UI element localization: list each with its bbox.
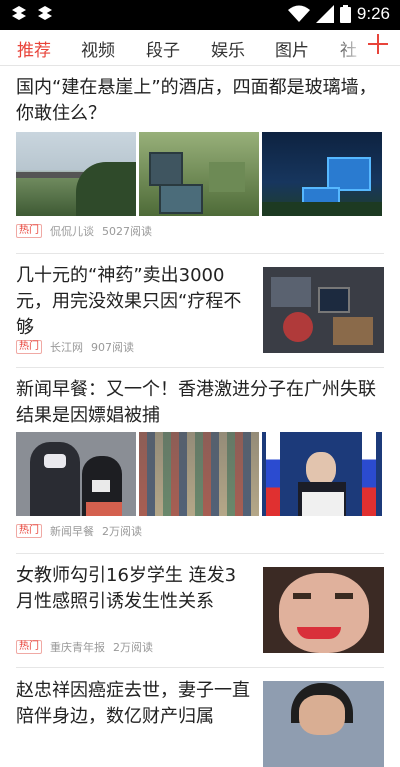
- news-item[interactable]: 国内“建在悬崖上”的酒店，四面都是玻璃墙，你敢住么？ 热门 侃侃儿谈 5027阅…: [16, 75, 384, 254]
- status-time: 9:26: [356, 4, 390, 23]
- read-count: 2万阅读: [113, 641, 153, 654]
- tab-pictures[interactable]: 图片: [275, 36, 309, 61]
- hot-badge: 热门: [16, 524, 42, 538]
- add-channel-icon[interactable]: [366, 32, 390, 56]
- read-count: 5027阅读: [102, 225, 152, 238]
- news-image: [262, 132, 382, 216]
- news-image: [139, 432, 259, 516]
- news-image: [263, 681, 384, 767]
- tab-fade: [334, 30, 364, 65]
- news-image: [139, 132, 259, 216]
- news-image: [16, 132, 136, 216]
- tab-entertainment[interactable]: 娱乐: [211, 36, 245, 61]
- news-title: 新闻早餐：又一个！香港激进分子在广州失联 结果是因嫖娼被捕: [16, 379, 376, 426]
- tab-recommend[interactable]: 推荐: [17, 36, 51, 61]
- news-source: 重庆青年报: [50, 641, 105, 654]
- news-image: [16, 432, 136, 516]
- category-tabs: 推荐 视频 段子 娱乐 图片 社: [0, 30, 400, 66]
- news-item[interactable]: 女教师勾引16岁学生 连发3月性感照引诱发生性关系 热门 重庆青年报 2万阅读: [16, 563, 384, 668]
- news-source: 长江网: [50, 341, 83, 354]
- battery-icon: [339, 5, 351, 23]
- thumb-row: [16, 132, 382, 216]
- thumb-row: [16, 432, 382, 516]
- signal-icon: [315, 5, 334, 23]
- tab-video[interactable]: 视频: [81, 36, 115, 61]
- news-title: 国内“建在悬崖上”的酒店，四面都是玻璃墙，你敢住么？: [16, 77, 377, 124]
- read-count: 2万阅读: [102, 525, 142, 538]
- notification-icon: [12, 6, 26, 20]
- news-source: 新闻早餐: [50, 525, 94, 538]
- wifi-icon: [287, 5, 310, 22]
- status-bar: 9:26: [0, 0, 400, 30]
- news-source: 侃侃儿谈: [50, 225, 94, 238]
- news-image: [263, 267, 384, 353]
- hot-badge: 热门: [16, 224, 42, 238]
- tab-jokes[interactable]: 段子: [146, 36, 180, 61]
- notification-icon: [38, 6, 52, 20]
- news-item[interactable]: 新闻早餐：又一个！香港激进分子在广州失联 结果是因嫖娼被捕 热门 新闻早餐 2万…: [16, 377, 384, 554]
- news-item[interactable]: 几十元的“神药”卖出3000元，用完没效果只因“疗程不够 热门 长江网 907阅…: [16, 263, 384, 368]
- news-title: 女教师勾引16岁学生 连发3月性感照引诱发生性关系: [16, 565, 237, 612]
- news-image: [263, 567, 384, 653]
- news-title: 几十元的“神药”卖出3000元，用完没效果只因“疗程不够: [16, 265, 242, 338]
- news-item[interactable]: 赵忠祥因癌症去世，妻子一直陪伴身边，数亿财产归属: [16, 678, 384, 767]
- news-image: [262, 432, 382, 516]
- hot-badge: 热门: [16, 340, 42, 354]
- news-title: 赵忠祥因癌症去世，妻子一直陪伴身边，数亿财产归属: [16, 680, 250, 727]
- read-count: 907阅读: [91, 341, 134, 354]
- hot-badge: 热门: [16, 640, 42, 654]
